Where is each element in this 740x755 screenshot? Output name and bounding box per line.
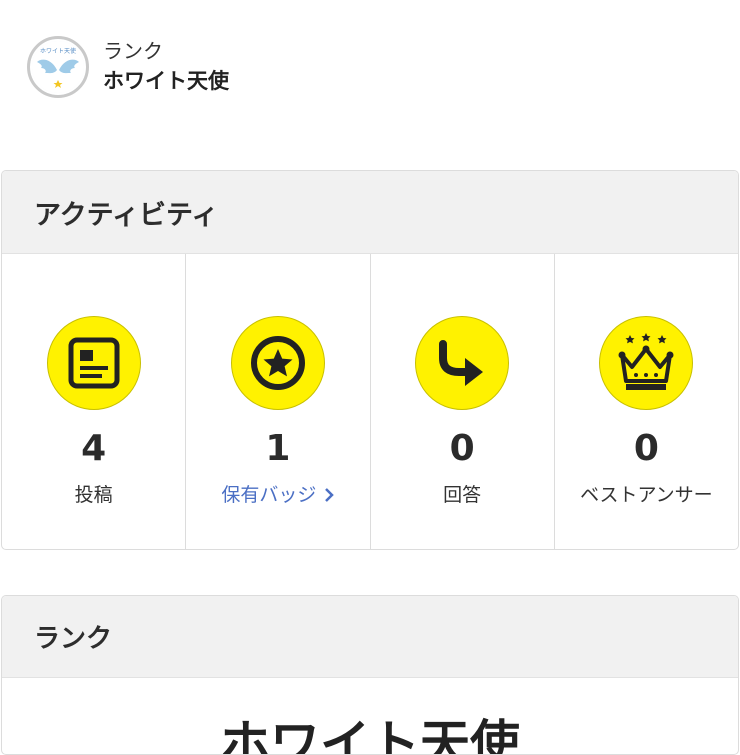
- activity-stats: 4 投稿 1 保有バッジ 0 回答 0 ベストアンサー: [2, 254, 738, 549]
- badges-count: 1: [265, 428, 291, 469]
- rank-caption: ランク: [103, 39, 163, 63]
- best-answers-label: ベストアンサー: [580, 484, 713, 506]
- posts-count: 4: [81, 428, 107, 469]
- badges-icon-circle: [230, 316, 325, 410]
- rank-name: ホワイト天使: [103, 69, 229, 93]
- stat-badges: 1 保有バッジ: [186, 254, 371, 549]
- badges-link[interactable]: 保有バッジ: [221, 482, 335, 508]
- chevron-right-icon[interactable]: [324, 487, 335, 503]
- svg-text:ホワイト天使: ホワイト天使: [40, 47, 76, 55]
- rank-section-name: ホワイト天使: [220, 715, 520, 755]
- best-answers-count: 0: [633, 428, 659, 469]
- activity-card: アクティビティ 4 投稿 1 保有バッジ 0 回答 0 ベストアンサー: [1, 170, 739, 550]
- angel-wings-icon: ホワイト天使: [32, 41, 84, 93]
- crown-icon: [618, 333, 674, 390]
- best-answers-icon-circle: [599, 316, 694, 410]
- rank-header: ホワイト天使 ランク ホワイト天使: [27, 36, 229, 98]
- answers-icon-circle: [415, 316, 510, 410]
- rank-section-title: ランク: [2, 596, 738, 678]
- stat-posts: 4 投稿: [2, 254, 187, 549]
- activity-title: アクティビティ: [2, 171, 738, 254]
- answers-label: 回答: [443, 484, 482, 506]
- article-icon: [68, 337, 120, 389]
- stat-answers: 0 回答: [371, 254, 555, 549]
- stat-best-answers: 0 ベストアンサー: [555, 254, 738, 549]
- posts-icon-circle: [46, 316, 141, 410]
- answers-count: 0: [449, 428, 475, 469]
- rank-badge: ホワイト天使: [27, 36, 89, 98]
- posts-label: 投稿: [74, 484, 113, 506]
- star-badge-icon: [250, 336, 305, 390]
- reply-arrow-icon: [439, 340, 484, 386]
- badges-label[interactable]: 保有バッジ: [221, 482, 316, 508]
- rank-card: ランク ホワイト天使: [1, 595, 739, 755]
